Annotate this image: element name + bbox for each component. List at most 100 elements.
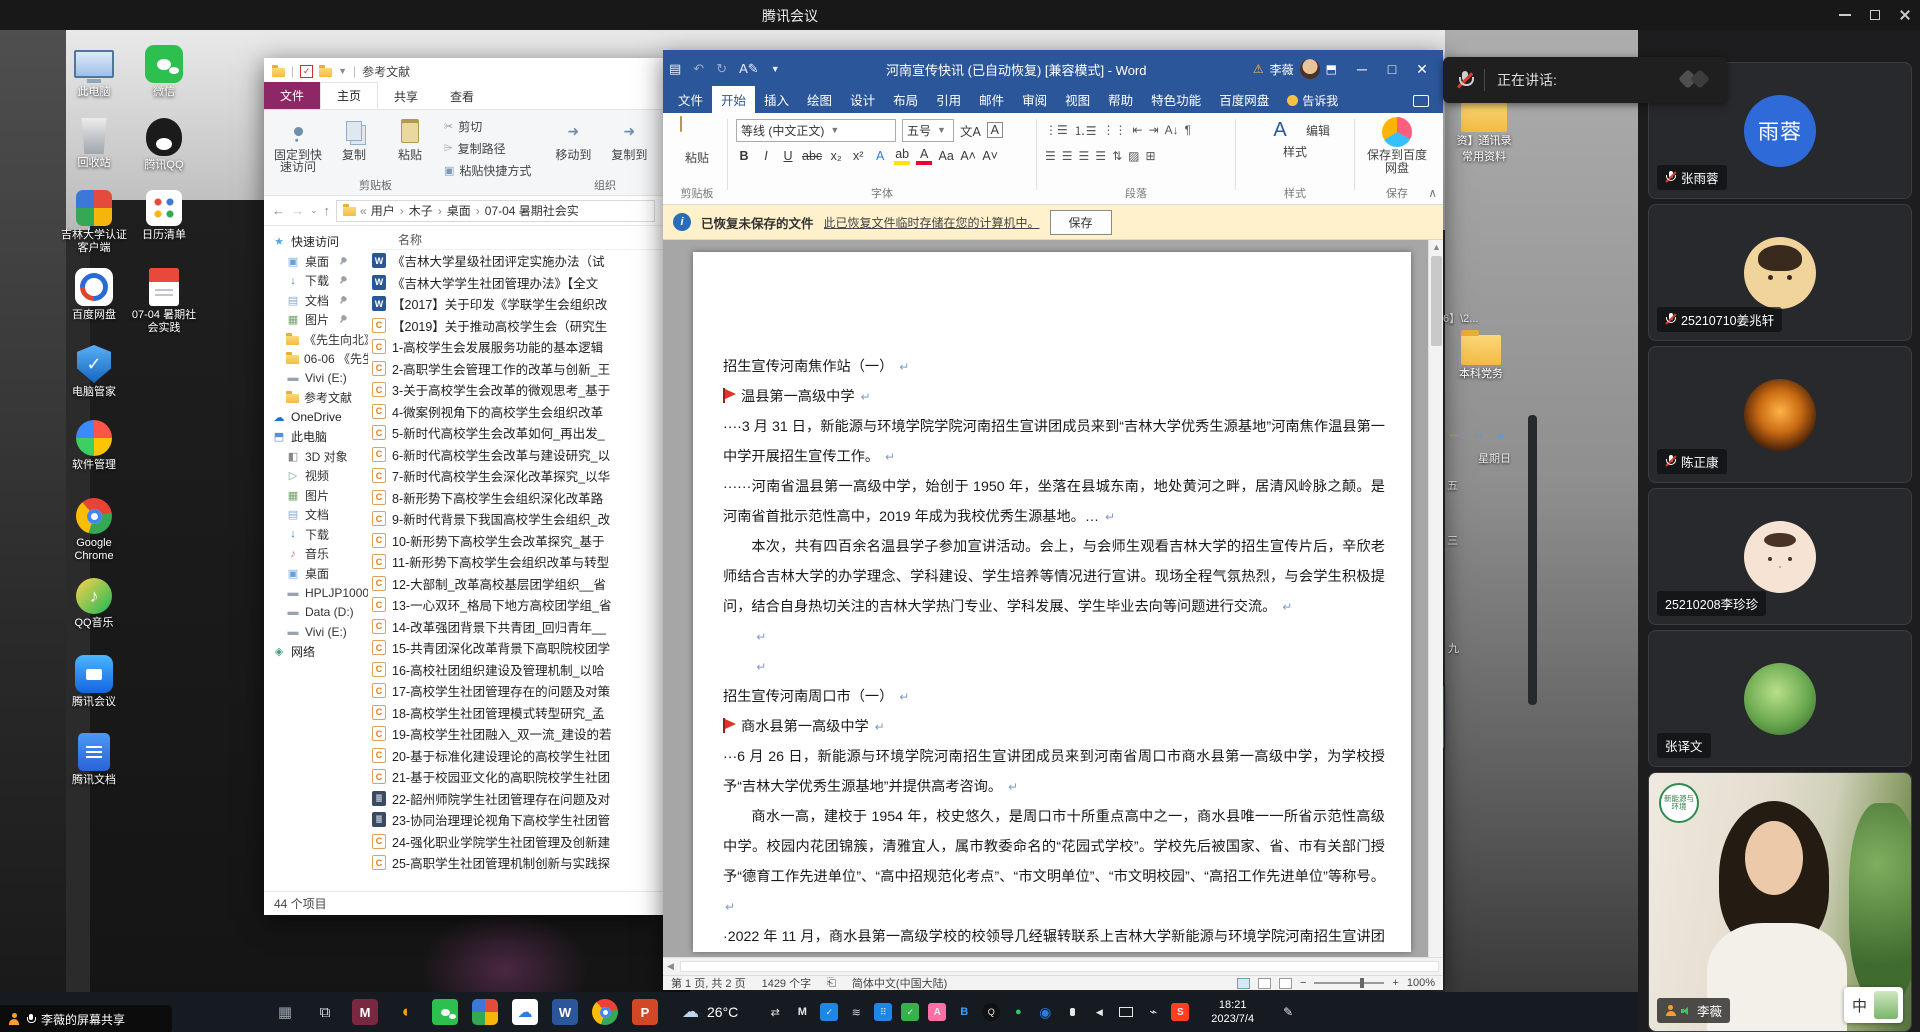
file-row[interactable]: 《吉林大学学生社团管理办法》【全文 (372, 272, 663, 294)
desktop-icon[interactable]: 07-04 暑期社会实践 (128, 268, 200, 335)
change-case-icon[interactable]: Aa (938, 149, 954, 163)
file-row[interactable]: 【2017】关于印发《学联学生会组织改 (372, 293, 663, 315)
word-tab[interactable]: 插入 (755, 86, 798, 113)
file-row[interactable]: 18-高校学生社团管理模式转型研究_孟 (372, 702, 663, 724)
history-dropdown-icon[interactable]: ⌄ (310, 205, 318, 216)
document-paragraph[interactable]: 招生宣传河南焦作站（一） (723, 352, 1385, 382)
document-page[interactable]: 招生宣传河南焦作站（一） 温县第一高级中学 ····3 月 31 日，新能源与环… (693, 252, 1411, 952)
file-row[interactable]: 9-新时代背景下我国高校学生会组织_改 (372, 508, 663, 530)
bullets-icon[interactable]: ⋮☰ (1045, 123, 1068, 137)
desktop-icon[interactable]: 腾讯会议 (58, 655, 130, 709)
nav-item[interactable]: 桌面 (270, 564, 368, 584)
maximize-button[interactable] (1860, 0, 1890, 30)
zoom-slider-thumb[interactable] (1360, 978, 1364, 988)
back-icon[interactable]: ← (272, 203, 285, 218)
word-tab[interactable]: 文件 (669, 86, 712, 113)
paste-label[interactable]: 粘贴 (685, 149, 709, 166)
desktop-icon[interactable]: 百度网盘 (58, 268, 130, 322)
word-minimize-button[interactable]: ─ (1347, 50, 1377, 88)
highlight-icon[interactable]: ab (894, 147, 910, 165)
zoom-slider[interactable] (1314, 982, 1384, 984)
line-spacing-icon[interactable]: ⇅ (1112, 149, 1122, 163)
ribbon-display-icon[interactable]: ⬒ (1326, 62, 1337, 76)
strikethrough-icon[interactable]: abc (802, 149, 822, 163)
file-row[interactable]: 25-高职学生社团管理机制创新与实践探 (372, 852, 663, 874)
tray-icon[interactable] (874, 1003, 892, 1021)
file-row[interactable]: 17-高校学生社团管理存在的问题及对策 (372, 680, 663, 702)
explorer-tab[interactable]: 主页 (320, 82, 378, 109)
desktop-icon-contacts[interactable]: 资】通讯录 常用资料 (1448, 98, 1520, 164)
file-row[interactable]: 20-基于标准化建设理论的高校学生社团 (372, 745, 663, 767)
word-tab[interactable]: 帮助 (1099, 86, 1142, 113)
desktop-icon[interactable]: QQ音乐 (58, 578, 130, 630)
taskbar-icon[interactable] (392, 999, 418, 1025)
ribbon-small-button[interactable]: ✂ 剪切 (444, 118, 531, 135)
word-tab[interactable]: 布局 (884, 86, 927, 113)
font-size-combo[interactable]: 五号 ▼ (902, 119, 954, 142)
underline-icon[interactable]: U (780, 149, 796, 163)
nav-item[interactable]: 桌面 (270, 252, 368, 272)
desktop-icon-party-folder[interactable]: 本科党务 (1445, 335, 1517, 381)
file-row[interactable]: 15-共青团深化改革背景下高职院校团学 (372, 637, 663, 659)
nav-item[interactable]: 06-06 《先生 (270, 349, 368, 369)
print-layout-icon[interactable] (1237, 978, 1250, 989)
breadcrumb-item[interactable]: 桌面 (447, 202, 485, 219)
redo-icon[interactable]: ↻ (716, 61, 727, 77)
word-count[interactable]: 1429 个字 (762, 975, 812, 991)
desktop-icon[interactable]: Google Chrome (58, 498, 130, 563)
recovery-save-button[interactable]: 保存 (1050, 210, 1112, 235)
file-row[interactable]: 2-高职学生会管理工作的改革与创新_王 (372, 358, 663, 380)
taskbar-icon[interactable] (432, 999, 458, 1025)
ime-indicator[interactable]: 中 (1844, 987, 1903, 1023)
word-close-button[interactable]: ✕ (1407, 50, 1437, 88)
action-center-icon[interactable] (1278, 1002, 1298, 1022)
italic-icon[interactable]: I (758, 149, 774, 163)
nav-item[interactable]: 此电脑 (270, 427, 368, 447)
multilevel-icon[interactable]: ⋮⋮ (1103, 123, 1127, 137)
folder-icon[interactable] (319, 68, 332, 77)
file-row[interactable]: 14-改革强团背景下共青团_回归青年__ (372, 616, 663, 638)
page-indicator[interactable]: 第 1 页, 共 2 页 (671, 975, 746, 991)
zoom-in-icon[interactable]: + (1392, 977, 1398, 989)
char-border-icon[interactable]: A (987, 122, 1003, 138)
document-paragraph[interactable] (723, 652, 1385, 682)
breadcrumb-prefix[interactable]: « (360, 204, 367, 218)
tellme-box[interactable]: 告诉我 (1278, 88, 1347, 113)
read-mode-icon[interactable] (1258, 978, 1271, 989)
explorer-titlebar[interactable]: | ✓ ▼ | 参考文献 (264, 58, 663, 84)
file-row[interactable]: 3-关于高校学生会改革的微观思考_基于 (372, 379, 663, 401)
document-paragraph[interactable]: ···6 月 26 日，新能源与环境学院河南招生宣讲团成员来到河南省周口市商水县… (723, 742, 1385, 802)
tray-icon[interactable] (1090, 1003, 1108, 1021)
file-row[interactable]: 11-新形势下高校学生会组织改革与转型 (372, 551, 663, 573)
baidu-save-label[interactable]: 保存到百度网盘 (1363, 149, 1431, 175)
document-paragraph[interactable] (723, 622, 1385, 652)
word-titlebar[interactable]: ▤ ↶ ↻ A✎ ▼ 河南宣传快讯 (已自动恢复) [兼容模式] - Word … (663, 50, 1443, 88)
explorer-tab[interactable]: 查看 (434, 84, 490, 109)
taskbar-icon[interactable] (472, 999, 498, 1025)
nav-item[interactable]: 图片 (270, 310, 368, 330)
toolbar-dropdown-icon[interactable]: ▼ (338, 66, 347, 76)
forward-icon[interactable]: → (291, 203, 304, 218)
participant-tile[interactable]: 新能源与环境 李薇 中 (1648, 772, 1912, 1032)
word-maximize-button[interactable]: □ (1377, 50, 1407, 88)
file-row[interactable]: 23-协同治理理论视角下高校学生社团管 (372, 809, 663, 831)
undo-icon[interactable]: ↶ (693, 61, 704, 77)
edit-label[interactable]: 编辑 (1306, 122, 1330, 139)
web-layout-icon[interactable] (1279, 978, 1292, 989)
document-paragraph[interactable]: 温县第一高级中学 (723, 382, 1385, 412)
tray-icon[interactable] (766, 1003, 784, 1021)
arrow-right-icon[interactable]: → (1471, 425, 1485, 442)
ribbon-small-button[interactable]: ▣ 粘贴快捷方式 (444, 162, 531, 179)
nav-item[interactable]: 文档 (270, 291, 368, 311)
nav-item[interactable]: Data (D:) (270, 603, 368, 623)
word-tab[interactable]: 邮件 (970, 86, 1013, 113)
breadcrumb-item[interactable]: 用户 (371, 202, 409, 219)
file-row[interactable]: 6-新时代高校学生会改革与建设研究_以 (372, 444, 663, 466)
document-paragraph[interactable]: 商水县第一高级中学 (723, 712, 1385, 742)
annotation-arrows[interactable]: ← → ⌄ (1447, 425, 1507, 442)
nav-item[interactable]: 下载 (270, 525, 368, 545)
file-row[interactable]: 1-高校学生会发展服务功能的基本逻辑 (372, 336, 663, 358)
zoom-out-icon[interactable]: − (1300, 977, 1306, 989)
explorer-tab[interactable]: 文件 (264, 82, 320, 109)
file-row[interactable]: 12-大部制_改革高校基层团学组织__省 (372, 573, 663, 595)
